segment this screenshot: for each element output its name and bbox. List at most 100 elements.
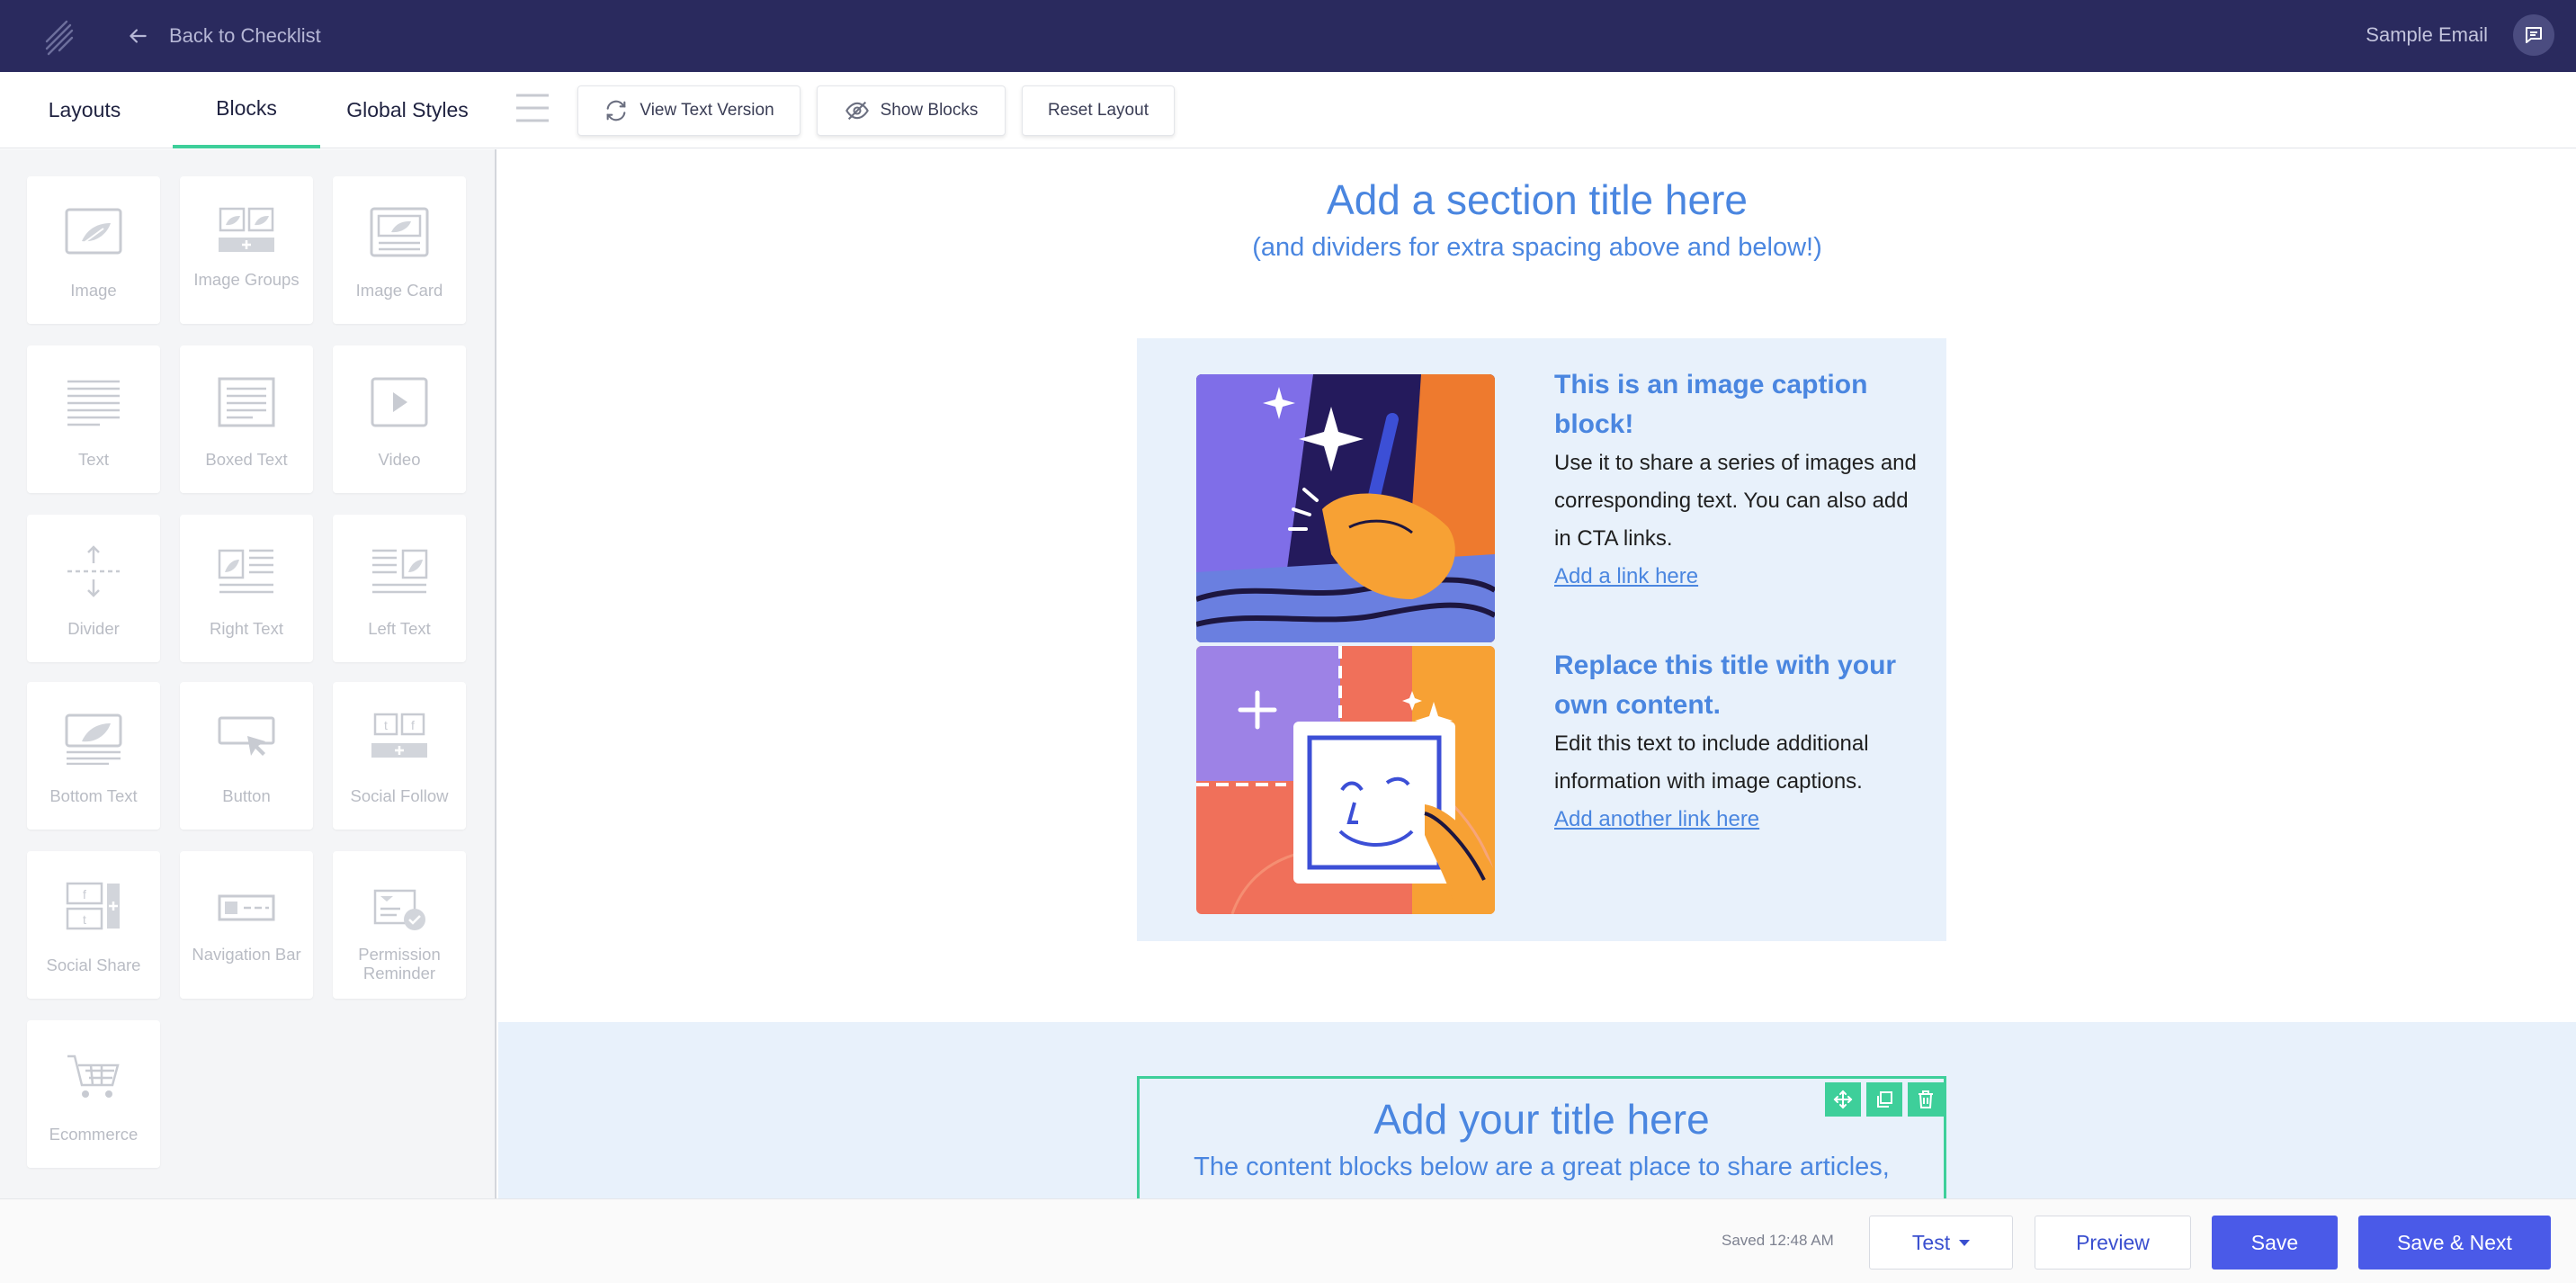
block-social-share[interactable]: ft Social Share (27, 851, 160, 999)
caption-text-1: This is an image caption block! Use it t… (1554, 365, 1923, 596)
social-follow-icon: tf (371, 713, 427, 758)
block-label: Image Groups (193, 270, 300, 289)
caption-body[interactable]: Edit this text to include additional inf… (1554, 725, 1923, 801)
tab-global-styles[interactable]: Global Styles (342, 72, 473, 148)
block-bottom-text[interactable]: Bottom Text (27, 682, 160, 830)
caption-link[interactable]: Add another link here (1554, 801, 1759, 839)
save-and-next-button[interactable]: Save & Next (2358, 1216, 2551, 1270)
chat-icon (2526, 27, 2542, 43)
text-icon (67, 380, 120, 426)
block-label: Permission Reminder (358, 945, 441, 982)
bottom-text-icon (65, 713, 122, 765)
save-button[interactable]: Save (2212, 1216, 2338, 1270)
ecommerce-icon (67, 1054, 120, 1098)
block-social-follow[interactable]: tf Social Follow (333, 682, 466, 830)
block-button[interactable]: Button (180, 682, 313, 830)
tab-blocks[interactable]: Blocks (173, 72, 320, 148)
button-icon (218, 716, 275, 756)
caret-down-icon (1959, 1239, 1971, 1246)
sticky-note-illustration (1196, 646, 1495, 914)
block-label: Text (78, 450, 109, 469)
email-title: Sample Email (2366, 23, 2488, 46)
section-subtitle[interactable]: (and dividers for extra spacing above an… (498, 233, 2576, 263)
menu-icon[interactable] (514, 92, 550, 124)
tab-layouts[interactable]: Layouts (27, 72, 142, 148)
view-text-version-label: View Text Version (640, 101, 774, 120)
block-label: Divider (67, 619, 120, 638)
block-boxed-text[interactable]: Boxed Text (180, 345, 313, 493)
svg-text:f: f (83, 887, 86, 902)
block-label: Right Text (210, 619, 283, 638)
block-right-text[interactable]: Right Text (180, 515, 313, 662)
top-right-area: Sample Email (2366, 14, 2554, 56)
back-to-checklist-link[interactable]: Back to Checklist (126, 18, 321, 54)
app-logo-icon[interactable] (41, 16, 77, 56)
block-label: Image Card (355, 281, 443, 300)
test-label: Test (1911, 1230, 1951, 1254)
block-label: Left Text (368, 619, 431, 638)
block-label: Video (378, 450, 421, 469)
test-dropdown-button[interactable]: Test (1869, 1216, 2013, 1270)
block-title[interactable]: Add your title here (1140, 1095, 1944, 1144)
permission-reminder-icon (373, 889, 425, 930)
block-label: Image (70, 281, 117, 300)
back-label: Back to Checklist (169, 24, 321, 47)
block-label: Social Share (46, 956, 141, 974)
preview-button[interactable]: Preview (2035, 1216, 2191, 1270)
block-text[interactable]: Text (27, 345, 160, 493)
feedback-button[interactable] (2513, 14, 2554, 56)
image-groups-icon (219, 207, 274, 252)
image-icon (65, 208, 122, 255)
block-subtitle[interactable]: The content blocks below are a great pla… (1140, 1153, 1944, 1182)
selected-text-block[interactable]: Add your title here The content blocks b… (1137, 1076, 1946, 1198)
top-bar: Back to Checklist Sample Email (0, 0, 2576, 72)
svg-text:f: f (411, 718, 415, 732)
caption-image-2[interactable] (1196, 646, 1495, 914)
block-label: Bottom Text (49, 786, 138, 805)
caption-link[interactable]: Add a link here (1554, 558, 1698, 596)
hand-writing-illustration (1196, 374, 1495, 642)
right-text-icon (218, 549, 273, 594)
saved-status: Saved 12:48 AM (1722, 1232, 1834, 1249)
section-title[interactable]: Add a section title here (498, 175, 2576, 224)
block-label: Social Follow (350, 786, 449, 805)
video-icon (371, 377, 428, 427)
social-share-icon: ft (66, 882, 120, 930)
block-ecommerce[interactable]: Ecommerce (27, 1020, 160, 1168)
eye-slash-icon (845, 101, 869, 121)
bottom-bar: Saved 12:48 AM Test Preview Save Save & … (0, 1198, 2576, 1283)
tab-row: Layouts Blocks Global Styles (0, 72, 2576, 148)
block-label: Ecommerce (49, 1125, 139, 1144)
block-image-card[interactable]: Image Card (333, 176, 466, 324)
svg-text:t: t (83, 912, 86, 927)
email-canvas[interactable]: Add a section title here (and dividers f… (498, 149, 2576, 1198)
caption-text-2: Replace this title with your own content… (1554, 646, 1923, 839)
show-blocks-button[interactable]: Show Blocks (817, 85, 1006, 136)
blocks-sidebar: Image Image Groups Image Card Text Boxed… (0, 149, 496, 1198)
block-label: Boxed Text (205, 450, 288, 469)
refresh-icon (606, 100, 626, 121)
block-video[interactable]: Video (333, 345, 466, 493)
block-divider[interactable]: Divider (27, 515, 160, 662)
caption-title[interactable]: Replace this title with your own content… (1554, 646, 1923, 725)
navigation-bar-icon (218, 894, 275, 921)
block-image[interactable]: Image (27, 176, 160, 324)
block-label: Navigation Bar (192, 945, 301, 964)
block-permission-reminder[interactable]: Permission Reminder (333, 851, 466, 999)
svg-text:t: t (384, 718, 388, 732)
block-image-groups[interactable]: Image Groups (180, 176, 313, 324)
block-label: Button (222, 786, 271, 805)
boxed-text-icon (218, 377, 275, 427)
divider-icon (67, 545, 120, 597)
show-blocks-label: Show Blocks (880, 101, 979, 120)
reset-layout-button[interactable]: Reset Layout (1022, 85, 1175, 136)
left-text-icon (372, 549, 428, 594)
caption-title[interactable]: This is an image caption block! (1554, 365, 1923, 444)
caption-image-1[interactable] (1196, 374, 1495, 642)
caption-body[interactable]: Use it to share a series of images and c… (1554, 444, 1923, 558)
view-text-version-button[interactable]: View Text Version (577, 85, 801, 136)
block-navigation-bar[interactable]: Navigation Bar (180, 851, 313, 999)
image-card-icon (370, 207, 429, 257)
block-left-text[interactable]: Left Text (333, 515, 466, 662)
image-caption-block[interactable]: This is an image caption block! Use it t… (1137, 338, 1946, 941)
